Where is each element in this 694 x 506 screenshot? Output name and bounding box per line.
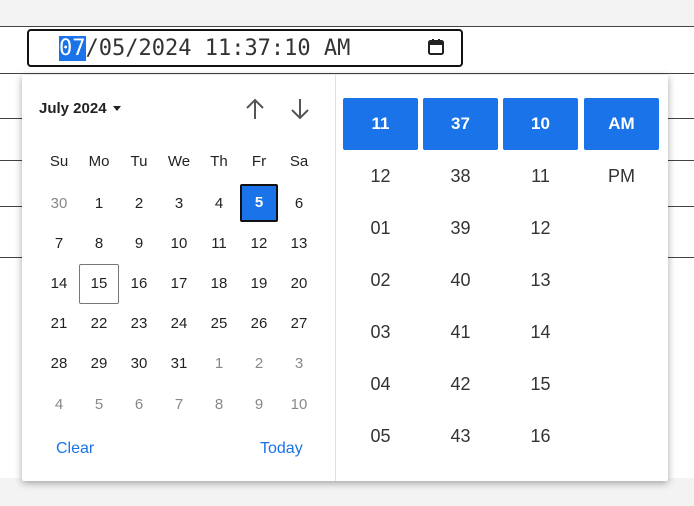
previous-month-arrow-icon[interactable]: [242, 95, 268, 123]
day-cell-next-month[interactable]: 10: [279, 385, 319, 425]
day-cell-next-month[interactable]: 7: [159, 385, 199, 425]
day-cell[interactable]: 21: [39, 304, 79, 344]
day-cell-next-month[interactable]: 6: [119, 385, 159, 425]
datetime-rest-segment[interactable]: /05/2024 11:37:10 AM: [86, 36, 351, 61]
ampm-option-selected[interactable]: AM: [584, 98, 659, 150]
divider-line: [0, 206, 24, 207]
panel-divider: [335, 75, 336, 481]
day-cell-selected[interactable]: 5: [240, 184, 278, 222]
month-year-label: July 2024: [39, 100, 107, 117]
day-cell[interactable]: 17: [159, 264, 199, 304]
hour-option[interactable]: 12: [343, 150, 418, 202]
day-cell[interactable]: 6: [279, 184, 319, 224]
day-cell[interactable]: 18: [199, 264, 239, 304]
day-cell[interactable]: 13: [279, 224, 319, 264]
minute-option[interactable]: 38: [423, 150, 498, 202]
hour-option[interactable]: 01: [343, 202, 418, 254]
divider-line: [0, 26, 694, 27]
day-cell[interactable]: 26: [239, 304, 279, 344]
hour-option[interactable]: 02: [343, 254, 418, 306]
day-cell-next-month[interactable]: 2: [239, 344, 279, 384]
calendar-icon[interactable]: [427, 38, 445, 56]
day-cell-next-month[interactable]: 4: [39, 385, 79, 425]
divider-line: [0, 160, 24, 161]
minute-option[interactable]: 39: [423, 202, 498, 254]
day-cell[interactable]: 1: [79, 184, 119, 224]
day-cell[interactable]: 8: [79, 224, 119, 264]
datetime-input[interactable]: 07/05/2024 11:37:10 AM: [27, 29, 463, 67]
divider-line: [668, 206, 694, 207]
day-cell-next-month[interactable]: 8: [199, 385, 239, 425]
month-segment[interactable]: 07: [59, 36, 86, 61]
hour-option-selected[interactable]: 11: [343, 98, 418, 150]
minute-option-selected[interactable]: 37: [423, 98, 498, 150]
weekday-label: Th: [210, 153, 228, 170]
divider-line: [0, 118, 24, 119]
day-cell-prev-month[interactable]: 30: [39, 184, 79, 224]
weekday-label: Sa: [289, 153, 309, 170]
ampm-option[interactable]: PM: [584, 150, 659, 202]
day-cell[interactable]: 14: [39, 264, 79, 304]
day-cell-next-month[interactable]: 9: [239, 385, 279, 425]
divider-line: [0, 257, 24, 258]
divider-line: [668, 118, 694, 119]
weekday-label: Tu: [130, 153, 148, 170]
minute-option[interactable]: 41: [423, 306, 498, 358]
day-cell-next-month[interactable]: 5: [79, 385, 119, 425]
day-cell[interactable]: 19: [239, 264, 279, 304]
day-cell[interactable]: 4: [199, 184, 239, 224]
day-cell-today[interactable]: 15: [79, 264, 119, 304]
day-cell[interactable]: 29: [79, 344, 119, 384]
hour-option[interactable]: 03: [343, 306, 418, 358]
background-band-top: [0, 0, 694, 26]
hour-option[interactable]: 05: [343, 410, 418, 462]
datetime-picker-popup: July 2024 Su Mo Tu We Th Fr Sa 30 1 2 3: [22, 75, 668, 481]
minute-option[interactable]: 40: [423, 254, 498, 306]
divider-line: [668, 257, 694, 258]
second-option[interactable]: 13: [503, 254, 578, 306]
day-cell[interactable]: 28: [39, 344, 79, 384]
weekday-label: Fr: [251, 153, 267, 170]
day-cell[interactable]: 23: [119, 304, 159, 344]
second-option[interactable]: 12: [503, 202, 578, 254]
clear-button[interactable]: Clear: [56, 440, 94, 458]
day-cell[interactable]: 27: [279, 304, 319, 344]
second-option[interactable]: 16: [503, 410, 578, 462]
second-option-selected[interactable]: 10: [503, 98, 578, 150]
day-cell[interactable]: 16: [119, 264, 159, 304]
second-option[interactable]: 14: [503, 306, 578, 358]
month-year-dropdown[interactable]: July 2024: [39, 100, 121, 117]
weekday-label: We: [167, 153, 191, 170]
next-month-arrow-icon[interactable]: [287, 95, 313, 123]
day-cell[interactable]: 24: [159, 304, 199, 344]
day-cell[interactable]: 10: [159, 224, 199, 264]
day-cell[interactable]: 22: [79, 304, 119, 344]
weekday-label: Su: [49, 153, 69, 170]
day-cell[interactable]: 25: [199, 304, 239, 344]
day-cell[interactable]: 3: [159, 184, 199, 224]
second-option[interactable]: 15: [503, 358, 578, 410]
datetime-value: 07/05/2024 11:37:10 AM: [59, 36, 351, 61]
weekday-label: Mo: [88, 153, 110, 170]
day-cell[interactable]: 11: [199, 224, 239, 264]
today-button[interactable]: Today: [260, 440, 303, 458]
minute-option[interactable]: 43: [423, 410, 498, 462]
hour-option[interactable]: 04: [343, 358, 418, 410]
day-cell-next-month[interactable]: 3: [279, 344, 319, 384]
day-cell[interactable]: 7: [39, 224, 79, 264]
day-cell[interactable]: 2: [119, 184, 159, 224]
divider-line: [668, 160, 694, 161]
caret-down-icon: [112, 106, 121, 111]
background-band-bottom: [0, 478, 694, 506]
day-cell[interactable]: 9: [119, 224, 159, 264]
minute-option[interactable]: 42: [423, 358, 498, 410]
second-option[interactable]: 11: [503, 150, 578, 202]
divider-line: [0, 73, 694, 74]
day-cell[interactable]: 12: [239, 224, 279, 264]
day-cell[interactable]: 20: [279, 264, 319, 304]
day-cell[interactable]: 31: [159, 344, 199, 384]
day-cell[interactable]: 30: [119, 344, 159, 384]
page: 07/05/2024 11:37:10 AM July 2024 Su Mo T…: [0, 0, 694, 506]
day-cell-next-month[interactable]: 1: [199, 344, 239, 384]
